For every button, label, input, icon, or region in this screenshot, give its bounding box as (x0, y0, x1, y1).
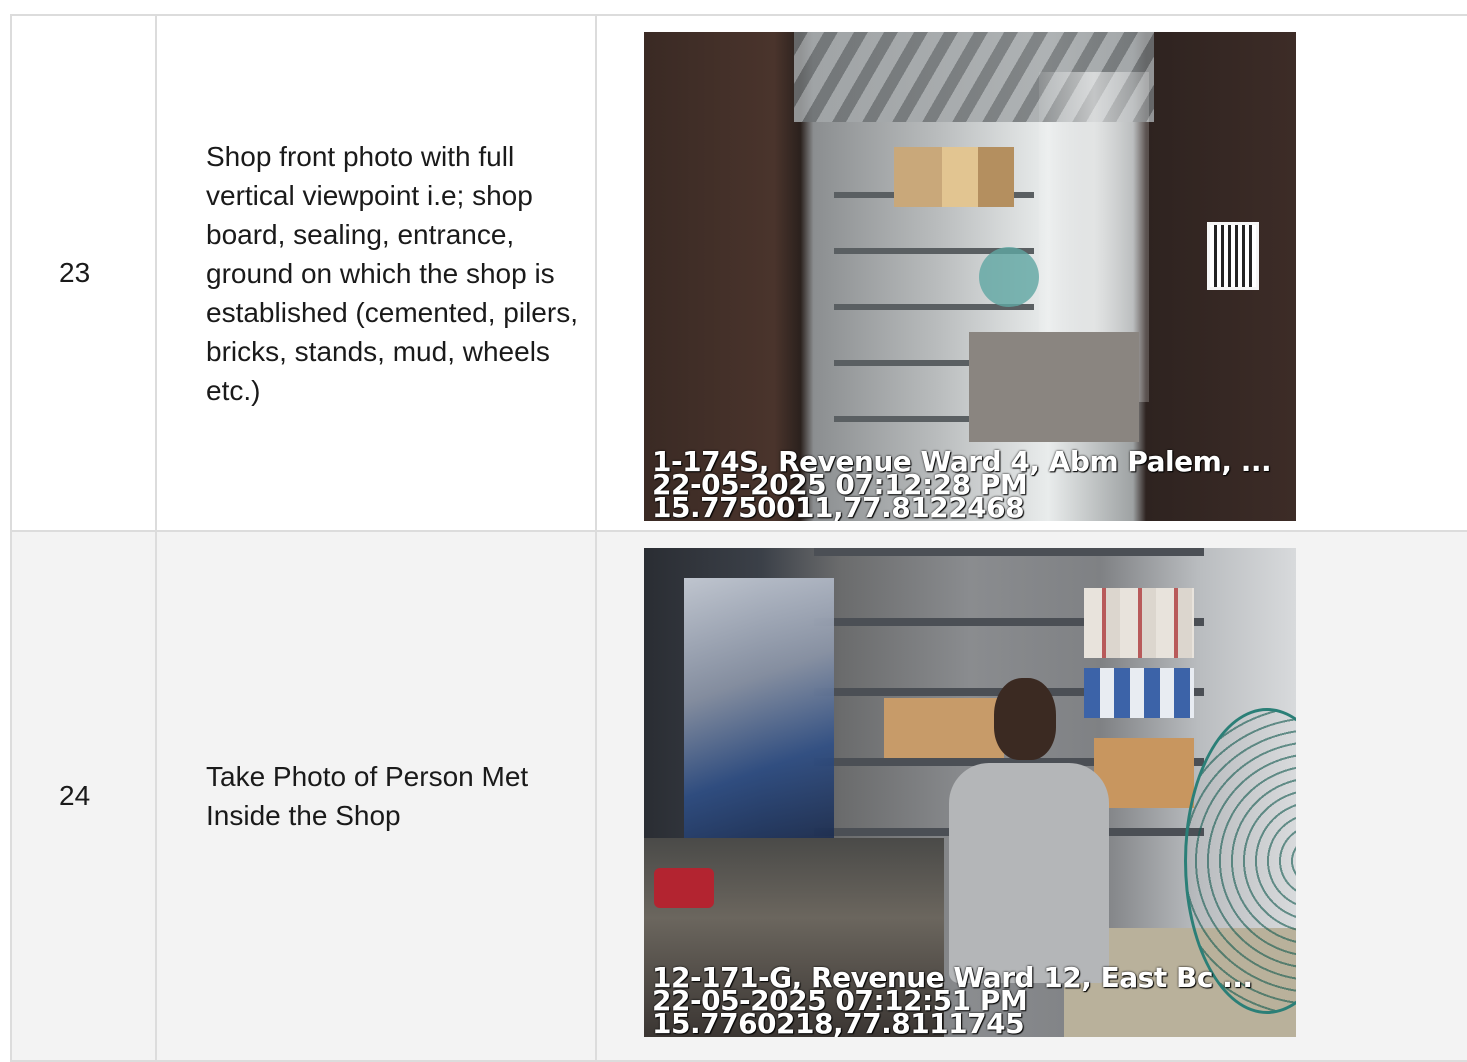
table-row: 23 Shop front photo with full vertical v… (10, 14, 1467, 532)
photo-counter (969, 332, 1139, 442)
stamp-coordinates: 15.7760218,77.8111745 (652, 1007, 1025, 1038)
geo-stamp: 1-174S, Revenue Ward 4, Abm Palem, ... 2… (652, 448, 1272, 522)
photo-packets (684, 578, 834, 838)
inspection-table: 23 Shop front photo with full vertical v… (10, 14, 1467, 1062)
row-number: 24 (10, 530, 157, 1062)
photo-red-bag (654, 868, 714, 908)
row-number: 23 (10, 14, 157, 532)
table-row: 24 Take Photo of Person Met Inside the S… (10, 530, 1467, 1062)
photo-cell: 1-174S, Revenue Ward 4, Abm Palem, ... 2… (595, 14, 1467, 532)
qr-code-icon (1207, 222, 1259, 290)
photo-fan (979, 247, 1039, 307)
person-head (994, 678, 1056, 760)
shop-front-photo[interactable]: 1-174S, Revenue Ward 4, Abm Palem, ... 2… (644, 32, 1296, 521)
row-description: Take Photo of Person Met Inside the Shop (155, 530, 597, 1062)
photo-boxes (894, 147, 1014, 207)
person-shirt (949, 763, 1109, 983)
row-description: Shop front photo with full vertical view… (155, 14, 597, 532)
photo-cartons (1094, 738, 1194, 808)
geo-stamp: 12-171-G, Revenue Ward 12, East Bc ... 2… (652, 964, 1253, 1038)
photo-cell: 12-171-G, Revenue Ward 12, East Bc ... 2… (595, 530, 1467, 1062)
person-met-photo[interactable]: 12-171-G, Revenue Ward 12, East Bc ... 2… (644, 548, 1296, 1037)
photo-boxes (1084, 588, 1194, 658)
stamp-coordinates: 15.7750011,77.8122468 (652, 491, 1025, 522)
